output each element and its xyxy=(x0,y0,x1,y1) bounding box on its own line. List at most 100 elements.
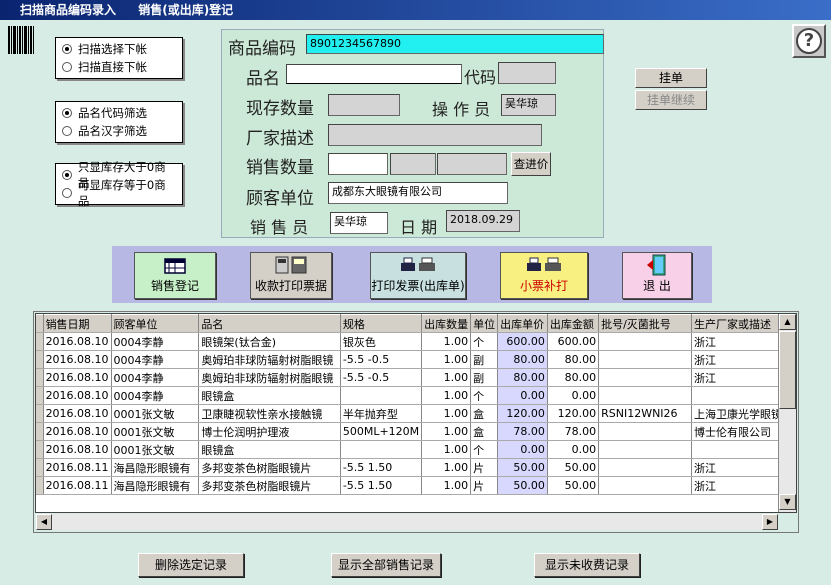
table-cell[interactable]: 2016.08.11 xyxy=(43,476,112,495)
table-cell[interactable]: 1.00 xyxy=(421,404,472,423)
row-indicator[interactable] xyxy=(36,422,44,441)
table-cell[interactable]: 0.00 xyxy=(547,440,600,459)
seller-input[interactable]: 吴华琼 xyxy=(330,212,388,234)
table-cell[interactable]: 1.00 xyxy=(421,386,472,405)
scroll-right-icon[interactable]: ▶ xyxy=(762,514,778,530)
table-cell[interactable]: 盒 xyxy=(470,422,499,441)
table-cell[interactable] xyxy=(340,440,423,459)
table-cell[interactable] xyxy=(598,458,692,477)
table-cell[interactable]: 片 xyxy=(470,476,499,495)
table-cell[interactable]: 奥姆珀非球防辐射树脂眼镜 xyxy=(198,350,341,369)
table-cell[interactable]: -5.5 1.50 xyxy=(340,476,423,495)
reprint-receipt-button[interactable]: 小票补打 xyxy=(500,252,588,299)
table-row[interactable]: 2016.08.10 0001张文敏 眼镜盒 1.00 个 0.00 0.00 xyxy=(36,440,797,459)
hang-order-button[interactable]: 挂单 xyxy=(635,68,707,88)
check-price-button[interactable]: 查进价 xyxy=(511,152,551,176)
col-header[interactable]: 单位 xyxy=(470,314,499,333)
vertical-scrollbar[interactable]: ▲ ▼ xyxy=(778,314,796,512)
table-cell[interactable]: 50.00 xyxy=(497,476,548,495)
table-cell[interactable]: 0.00 xyxy=(547,386,600,405)
table-cell[interactable]: 2016.08.10 xyxy=(43,368,112,387)
table-cell[interactable]: 1.00 xyxy=(421,368,472,387)
table-cell[interactable]: 80.00 xyxy=(497,350,548,369)
table-row[interactable]: 2016.08.10 0004李静 奥姆珀非球防辐射树脂眼镜 -5.5 -0.5 1.0… xyxy=(36,350,797,369)
col-header[interactable]: 销售日期 xyxy=(43,314,112,333)
table-cell[interactable]: 500ML+120M xyxy=(340,422,423,441)
table-cell[interactable]: -5.5 -0.5 xyxy=(340,350,423,369)
table-cell[interactable]: 0004李静 xyxy=(111,386,200,405)
table-cell[interactable] xyxy=(598,350,692,369)
table-cell[interactable] xyxy=(598,386,692,405)
print-receipt-button[interactable]: 收款打印票据 xyxy=(250,252,332,299)
table-cell[interactable]: 50.00 xyxy=(547,476,600,495)
table-cell[interactable]: 1.00 xyxy=(421,350,472,369)
table-cell[interactable]: 片 xyxy=(470,458,499,477)
table-cell[interactable]: 120.00 xyxy=(497,404,548,423)
table-cell[interactable]: 1.00 xyxy=(421,476,472,495)
qty-input[interactable] xyxy=(328,153,388,175)
print-invoice-button[interactable]: 打印发票(出库单) xyxy=(370,252,466,299)
table-cell[interactable] xyxy=(598,440,692,459)
register-sale-button[interactable]: 销售登记 xyxy=(134,252,216,299)
table-cell[interactable]: 1.00 xyxy=(421,332,472,351)
col-header[interactable]: 出库单价 xyxy=(497,314,548,333)
exit-button[interactable]: 退 出 xyxy=(622,252,692,299)
table-cell[interactable]: 2016.08.10 xyxy=(43,350,112,369)
name-input[interactable] xyxy=(286,64,462,84)
table-cell[interactable] xyxy=(598,368,692,387)
row-indicator[interactable] xyxy=(36,440,44,459)
table-row[interactable]: 2016.08.11 海昌隐形眼镜有 多邦变茶色树脂眼镜片 -5.5 1.50 1.00… xyxy=(36,476,797,495)
table-cell[interactable]: 半年抛弃型 xyxy=(340,404,423,423)
table-cell[interactable]: 2016.08.10 xyxy=(43,332,112,351)
table-cell[interactable]: RSNI12WNI26 xyxy=(598,404,692,423)
table-cell[interactable]: 78.00 xyxy=(497,422,548,441)
col-header[interactable]: 批号/灭菌批号 xyxy=(598,314,692,333)
customer-input[interactable]: 成都东大眼镜有限公司 xyxy=(328,182,508,204)
table-cell[interactable]: 2016.08.10 xyxy=(43,422,112,441)
table-row[interactable]: 2016.08.10 0001张文敏 卫康睫视软性亲水接触镜 半年抛弃型 1.00 盒 12… xyxy=(36,404,797,423)
table-cell[interactable]: 眼镜架(钛合金) xyxy=(198,332,341,351)
table-cell[interactable]: 600.00 xyxy=(497,332,548,351)
table-cell[interactable] xyxy=(598,332,692,351)
show-all-sales-button[interactable]: 显示全部销售记录 xyxy=(331,553,441,577)
table-cell[interactable]: 78.00 xyxy=(547,422,600,441)
table-cell[interactable]: 0004李静 xyxy=(111,350,200,369)
table-cell[interactable]: 海昌隐形眼镜有 xyxy=(111,476,200,495)
table-cell[interactable]: 50.00 xyxy=(547,458,600,477)
table-row[interactable]: 2016.08.10 0004李静 眼镜盒 1.00 个 0.00 0.00 xyxy=(36,386,797,405)
table-cell[interactable] xyxy=(598,476,692,495)
table-cell[interactable]: 80.00 xyxy=(547,368,600,387)
row-indicator[interactable] xyxy=(36,332,44,351)
table-cell[interactable] xyxy=(598,422,692,441)
table-cell[interactable]: 盒 xyxy=(470,404,499,423)
radio-filter-code[interactable]: 品名代码筛选 xyxy=(62,104,176,122)
row-indicator[interactable] xyxy=(36,458,44,477)
table-cell[interactable]: 0004李静 xyxy=(111,332,200,351)
table-row[interactable]: 2016.08.10 0004李静 眼镜架(钛合金) 银灰色 1.00 个 600.00 60… xyxy=(36,332,797,351)
code-input[interactable]: 8901234567890 xyxy=(306,34,604,54)
help-button[interactable]: ? xyxy=(792,24,826,58)
table-cell[interactable]: 120.00 xyxy=(547,404,600,423)
show-unpaid-button[interactable]: 显示未收费记录 xyxy=(534,553,640,577)
table-cell[interactable]: 副 xyxy=(470,368,499,387)
resume-order-button[interactable]: 挂单继续 xyxy=(635,90,707,110)
col-header[interactable]: 规格 xyxy=(340,314,423,333)
table-cell[interactable]: 个 xyxy=(470,332,499,351)
row-indicator[interactable] xyxy=(36,368,44,387)
table-cell[interactable]: 奥姆珀非球防辐射树脂眼镜 xyxy=(198,368,341,387)
scroll-down-icon[interactable]: ▼ xyxy=(779,494,796,510)
col-header[interactable]: 出库数量 xyxy=(421,314,472,333)
table-cell[interactable]: 0001张文敏 xyxy=(111,404,200,423)
table-cell[interactable]: 眼镜盒 xyxy=(198,440,341,459)
scroll-thumb[interactable] xyxy=(779,331,796,409)
table-row[interactable]: 2016.08.10 0001张文敏 博士伦润明护理液 500ML+120M 1.00 盒… xyxy=(36,422,797,441)
scroll-left-icon[interactable]: ◀ xyxy=(36,514,52,530)
row-indicator[interactable] xyxy=(36,386,44,405)
table-cell[interactable] xyxy=(340,386,423,405)
table-cell[interactable]: 多邦变茶色树脂眼镜片 xyxy=(198,458,341,477)
scroll-up-icon[interactable]: ▲ xyxy=(779,314,796,330)
table-cell[interactable]: 个 xyxy=(470,440,499,459)
col-header[interactable]: 品名 xyxy=(198,314,341,333)
radio-scan-select[interactable]: 扫描选择下帐 xyxy=(62,40,176,58)
row-indicator[interactable] xyxy=(36,350,44,369)
